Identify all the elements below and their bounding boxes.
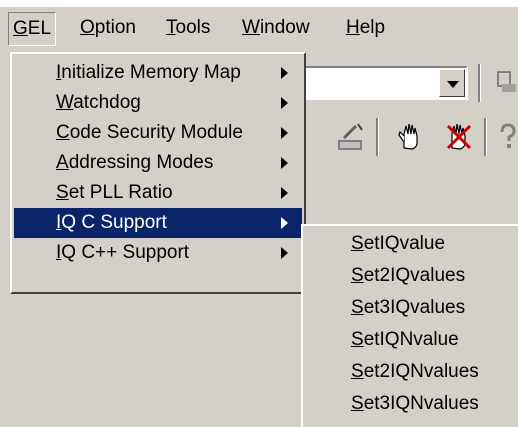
menu-window-label: indow (259, 17, 310, 38)
help-icon[interactable] (496, 122, 518, 152)
menu-gel[interactable]: GEL (8, 12, 57, 46)
menu-item-label: Q C++ Support (61, 242, 190, 263)
menu-item-label: nitialize Memory Map (61, 62, 241, 83)
submenu-item-accel: S (351, 329, 364, 350)
menu-bar: GEL Option Tools Window Help (0, 0, 518, 52)
build-icon[interactable] (336, 122, 366, 152)
submenu-item-set2iqvalues[interactable]: Set2IQvalues (303, 260, 518, 292)
menu-item-iq-cpp-support[interactable]: IQ C++ Support (14, 238, 302, 268)
submenu-item-setiqnvalue[interactable]: SetIQNvalue (303, 324, 518, 356)
menu-item-accel: S (56, 182, 69, 203)
combo-dropdown-button[interactable] (439, 69, 465, 97)
menu-item-code-security-module[interactable]: Code Security Module (14, 118, 302, 148)
menu-item-label: Q C Support (61, 212, 167, 233)
menu-option-accel: O (80, 17, 95, 38)
submenu-item-setiqvalue[interactable]: SetIQvalue (303, 228, 518, 260)
toolbar-separator (484, 118, 487, 156)
menu-gel-label: EL (27, 18, 52, 39)
window-top-edge (0, 0, 518, 7)
submenu-arrow-icon (281, 157, 288, 169)
submenu-item-accel: S (351, 297, 364, 318)
menu-item-addressing-modes[interactable]: Addressing Modes (14, 148, 302, 178)
submenu-arrow-icon (281, 187, 288, 199)
menu-item-label: atchdog (73, 92, 141, 113)
menu-item-set-pll-ratio[interactable]: Set PLL Ratio (14, 178, 302, 208)
submenu-item-set2iqnvalues[interactable]: Set2IQNvalues (303, 356, 518, 388)
menu-window[interactable]: Window (238, 12, 314, 44)
submenu-item-label: etIQNvalue (363, 329, 459, 350)
toolbar-separator (376, 118, 379, 156)
iq-c-support-submenu: SetIQvalue Set2IQvalues Set3IQvalues Set… (301, 224, 518, 427)
chevron-down-icon (447, 81, 459, 88)
submenu-item-set3iqvalues[interactable]: Set3IQvalues (303, 292, 518, 324)
menu-help-accel: H (346, 17, 360, 38)
menu-item-label: ddressing Modes (68, 152, 214, 173)
menu-help-label: elp (359, 17, 386, 38)
menu-item-watchdog[interactable]: Watchdog (14, 88, 302, 118)
submenu-item-set3iqnvalues[interactable]: Set3IQNvalues (303, 388, 518, 420)
submenu-arrow-icon (281, 127, 288, 139)
menu-item-accel: W (56, 92, 74, 113)
submenu-arrow-icon (281, 67, 288, 79)
menu-window-accel: W (242, 17, 260, 38)
submenu-item-label: et2IQvalues (363, 265, 466, 286)
submenu-arrow-icon (281, 217, 288, 229)
toolbar-separator (478, 64, 481, 102)
gel-dropdown-menu: Initialize Memory Map Watchdog Code Secu… (10, 52, 306, 294)
menu-help[interactable]: Help (342, 12, 389, 44)
submenu-item-accel: S (351, 361, 364, 382)
submenu-arrow-icon (281, 247, 288, 259)
menu-option[interactable]: Option (76, 12, 140, 44)
menu-item-accel: A (56, 152, 69, 173)
submenu-item-label: et2IQNvalues (363, 361, 479, 382)
menu-item-label: ode Security Module (69, 122, 243, 143)
breakpoint-icon[interactable] (444, 120, 474, 152)
menu-option-label: ption (94, 17, 136, 38)
submenu-item-accel: S (351, 393, 364, 414)
menu-tools-accel: T (166, 17, 176, 38)
menu-item-iq-c-support[interactable]: IQ C Support (14, 208, 302, 238)
submenu-item-label: etIQvalue (363, 233, 446, 254)
menu-item-accel: C (56, 122, 70, 143)
submenu-item-accel: S (351, 265, 364, 286)
menu-tools-label: ools (175, 17, 211, 38)
menu-tools[interactable]: Tools (162, 12, 214, 44)
submenu-item-accel: S (351, 233, 364, 254)
build-icon[interactable] (494, 70, 518, 96)
menu-item-initialize-memory-map[interactable]: Initialize Memory Map (14, 58, 302, 88)
toolbar-combo-box[interactable] (300, 66, 468, 100)
submenu-item-label: et3IQvalues (363, 297, 466, 318)
menu-gel-accel: G (13, 18, 28, 39)
submenu-item-label: et3IQNvalues (363, 393, 479, 414)
menu-item-label: et PLL Ratio (68, 182, 173, 203)
submenu-arrow-icon (281, 97, 288, 109)
hand-icon[interactable] (396, 120, 426, 152)
